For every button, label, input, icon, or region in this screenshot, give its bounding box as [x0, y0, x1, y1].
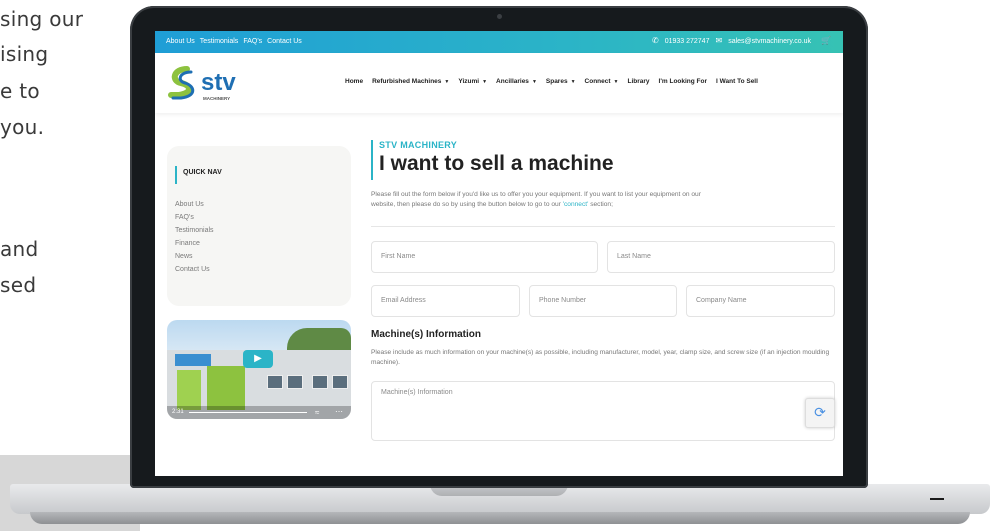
- more-icon[interactable]: ⋯: [335, 407, 343, 416]
- nav-item-ancillaries[interactable]: Ancillaries ▼: [496, 78, 537, 85]
- nav-item-label: I'm Looking For: [658, 78, 708, 85]
- page-kicker: STV MACHINERY: [379, 140, 458, 150]
- background-text: sing our ising e to you. and sed: [0, 0, 150, 330]
- vimeo-icon[interactable]: ≈: [315, 408, 319, 417]
- chevron-down-icon: ▼: [444, 79, 450, 85]
- nav-item-label: Library: [627, 78, 650, 85]
- machine-info-field[interactable]: Machine(s) Information: [371, 381, 835, 441]
- chevron-down-icon: ▼: [531, 79, 537, 85]
- video-door: [177, 370, 201, 410]
- last-name-field[interactable]: Last Name: [607, 241, 835, 273]
- intro-line: website, then please do so by using the …: [371, 201, 561, 208]
- quick-nav-finance[interactable]: Finance: [175, 237, 214, 250]
- nav-item-connect[interactable]: Connect ▼: [585, 78, 619, 85]
- logo-text: stv: [201, 69, 236, 96]
- mail-icon: ✉: [715, 36, 723, 45]
- nav-item-label: I Want To Sell: [716, 78, 758, 85]
- video-window: [332, 375, 348, 389]
- laptop-screen: About Us Testimonials FAQ's Contact Us ✆…: [155, 31, 843, 476]
- nav-item-label: Yizumi: [458, 78, 480, 85]
- machine-heading: Machine(s) Information: [371, 329, 482, 340]
- top-link-about[interactable]: About Us: [166, 38, 195, 45]
- top-link-faqs[interactable]: FAQ's: [243, 38, 262, 45]
- quick-nav-about[interactable]: About Us: [175, 198, 214, 211]
- background-text-line: ising: [0, 42, 49, 66]
- nav-item-label: Connect: [584, 78, 611, 85]
- top-link-testimonials[interactable]: Testimonials: [200, 38, 239, 45]
- chevron-down-icon: ▼: [613, 79, 619, 85]
- phone-icon: ✆: [652, 36, 659, 45]
- nav-item-label: Ancillaries: [496, 78, 529, 85]
- page-title: I want to sell a machine: [379, 152, 614, 175]
- quick-nav-title: QUICK NAV: [175, 166, 222, 184]
- quick-nav-contact[interactable]: Contact Us: [175, 263, 214, 276]
- nav-item-label: Spares: [545, 78, 568, 85]
- laptop-indicator: [930, 498, 944, 500]
- nav-item-refurbished-machines[interactable]: Refurbished Machines ▼: [372, 78, 449, 85]
- intro-text: Please fill out the form below if you'd …: [371, 190, 835, 210]
- quick-nav-news[interactable]: News: [175, 250, 214, 263]
- top-links: About Us Testimonials FAQ's Contact Us: [166, 38, 302, 45]
- background-text-line: sed: [0, 273, 37, 297]
- quick-nav-links: About Us FAQ's Testimonials Finance News…: [175, 198, 214, 276]
- main-nav: Home Refurbished Machines ▼ Yizumi ▼ Ancillar…: [345, 78, 758, 85]
- background-text-line: and: [0, 237, 39, 261]
- nav-item-yizumi[interactable]: Yizumi ▼: [458, 78, 487, 85]
- nav-item-library[interactable]: Library: [627, 78, 649, 85]
- logo-subtext: MACHINERY: [203, 96, 230, 101]
- nav-item-i-want-to-sell[interactable]: I Want To Sell: [716, 78, 758, 85]
- nav-item-home[interactable]: Home: [345, 78, 363, 85]
- cart-icon[interactable]: 🛒: [821, 37, 831, 45]
- nav-item-i-m-looking-for[interactable]: I'm Looking For: [659, 78, 708, 85]
- phone-field[interactable]: Phone Number: [529, 285, 677, 317]
- nav-item-label: Refurbished Machines: [372, 78, 442, 85]
- top-bar: About Us Testimonials FAQ's Contact Us ✆…: [155, 31, 843, 53]
- quick-nav-card: QUICK NAV About Us FAQ's Testimonials Fi…: [167, 146, 351, 306]
- logo[interactable]: stv MACHINERY: [167, 63, 253, 103]
- video-time: 2:31: [172, 409, 184, 415]
- background-text-line: sing our: [0, 7, 84, 31]
- laptop-base-bottom: [30, 512, 970, 524]
- video-player[interactable]: ▶ 2:31 ≈ ⋯: [167, 320, 351, 419]
- video-progress[interactable]: [189, 412, 307, 413]
- chevron-down-icon: ▼: [482, 79, 488, 85]
- laptop-lid: About Us Testimonials FAQ's Contact Us ✆…: [130, 6, 868, 488]
- video-window: [287, 375, 303, 389]
- video-controls: 2:31 ≈ ⋯: [167, 406, 351, 419]
- camera-icon: [497, 14, 502, 19]
- company-field[interactable]: Company Name: [686, 285, 835, 317]
- site-header: stv MACHINERY Home Refurbished Machines ▼ Y…: [155, 53, 843, 113]
- chevron-down-icon: ▼: [570, 79, 576, 85]
- video-window: [267, 375, 283, 389]
- connect-link[interactable]: 'connect': [563, 201, 589, 208]
- email-field[interactable]: Email Address: [371, 285, 520, 317]
- machine-description: Please include as much information on yo…: [371, 349, 830, 366]
- top-contact: ✆ 01933 272747 ✉ sales@stvmachinery.co.u…: [652, 37, 831, 45]
- intro-line: section;: [590, 201, 613, 208]
- email-link[interactable]: sales@stvmachinery.co.uk: [728, 38, 811, 45]
- quick-nav-faqs[interactable]: FAQ's: [175, 211, 214, 224]
- phone-link[interactable]: 01933 272747: [665, 38, 710, 45]
- play-icon[interactable]: ▶: [243, 350, 273, 368]
- quick-nav-testimonials[interactable]: Testimonials: [175, 224, 214, 237]
- video-door: [207, 366, 245, 410]
- first-name-field[interactable]: First Name: [371, 241, 598, 273]
- top-link-contact[interactable]: Contact Us: [267, 38, 302, 45]
- background-text-line: e to: [0, 79, 40, 103]
- background-text-line: you.: [0, 115, 45, 139]
- video-window: [312, 375, 328, 389]
- divider: [371, 226, 835, 227]
- nav-item-label: Home: [345, 78, 364, 85]
- video-sign: [175, 354, 211, 366]
- page-heading: STV MACHINERY I want to sell a machine: [371, 140, 614, 180]
- recaptcha-icon[interactable]: ⟳: [805, 398, 835, 428]
- nav-item-spares[interactable]: Spares ▼: [546, 78, 576, 85]
- intro-line: Please fill out the form below if you'd …: [371, 191, 701, 198]
